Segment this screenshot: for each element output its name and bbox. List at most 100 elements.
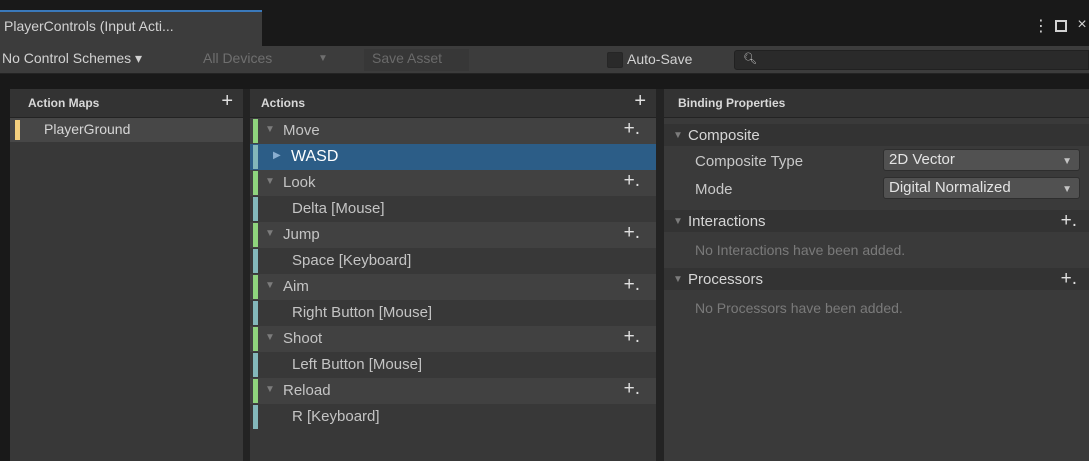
actions-panel: Actions + ▼ Move +. ▶ WASD ▼ Look +. Del… [250,89,656,461]
add-action-icon[interactable]: + [634,90,646,113]
expand-arrow-icon[interactable]: ▼ [265,280,275,291]
window-controls: ⋮ × [1033,16,1089,36]
binding-row[interactable]: Space [Keyboard] [250,248,656,274]
action-color-bar [253,171,258,195]
expand-arrow-icon[interactable]: ▼ [673,216,683,227]
window-tab-bar: PlayerControls (Input Acti... ⋮ × [0,0,1089,46]
more-menu-icon[interactable]: ⋮ [1033,16,1049,36]
binding-label: Space [Keyboard] [292,252,412,269]
autosave-label: Auto-Save [627,51,693,67]
expand-arrow-icon[interactable]: ▼ [265,124,275,135]
action-map-color-bar [15,120,20,140]
binding-properties-panel: Binding Properties ▼ Composite Composite… [664,89,1089,461]
action-label: Aim [283,278,309,295]
binding-color-bar [253,353,258,377]
action-label: Move [283,122,320,139]
action-map-label: PlayerGround [44,121,131,137]
section-title: Interactions [688,213,766,230]
action-label: Reload [283,382,331,399]
binding-label: R [Keyboard] [292,408,380,425]
composite-section-header[interactable]: ▼ Composite [664,124,1089,146]
action-row-reload[interactable]: ▼ Reload +. [250,378,656,404]
add-binding-icon[interactable]: +. [624,222,640,244]
add-action-map-icon[interactable]: + [221,90,233,113]
action-color-bar [253,119,258,143]
action-color-bar [253,223,258,247]
action-label: Jump [283,226,320,243]
binding-label: Delta [Mouse] [292,200,385,217]
actions-header: Actions + [250,89,656,118]
interactions-empty-message: No Interactions have been added. [695,242,906,258]
expand-arrow-icon[interactable]: ▼ [265,384,275,395]
binding-label: Right Button [Mouse] [292,304,433,321]
add-binding-icon[interactable]: +. [624,170,640,192]
control-schemes-dropdown[interactable]: No Control Schemes ▾ [0,49,199,71]
action-label: Shoot [283,330,323,347]
expand-arrow-icon[interactable]: ▼ [673,130,683,141]
binding-row[interactable]: Right Button [Mouse] [250,300,656,326]
mode-label: Mode [695,181,733,198]
devices-label: All Devices [203,50,273,66]
close-icon[interactable]: × [1075,16,1089,36]
add-interaction-icon[interactable]: +. [1061,210,1077,232]
expand-arrow-icon[interactable]: ▼ [265,228,275,239]
action-maps-title: Action Maps [28,96,100,110]
panel-divider[interactable] [656,89,664,461]
section-title: Composite [688,127,760,144]
composite-type-dropdown[interactable]: 2D Vector ▼ [883,149,1080,171]
binding-label: Left Button [Mouse] [292,356,423,373]
composite-type-row: Composite Type 2D Vector ▼ [664,146,1089,174]
binding-color-bar [253,145,258,169]
maximize-icon[interactable] [1055,20,1067,32]
chevron-down-icon: ▼ [318,53,328,64]
panel-divider[interactable] [243,89,250,461]
search-icon: 🔍︎ [743,53,757,65]
save-asset-button[interactable]: Save Asset [364,49,469,71]
action-row-jump[interactable]: ▼ Jump +. [250,222,656,248]
binding-label: WASD [291,148,339,165]
mode-dropdown[interactable]: Digital Normalized ▼ [883,177,1080,199]
action-color-bar [253,275,258,299]
processors-section-header[interactable]: ▼ Processors +. [664,268,1089,290]
binding-row[interactable]: R [Keyboard] [250,404,656,430]
expand-arrow-icon[interactable]: ▶ [273,150,281,161]
processors-empty-message: No Processors have been added. [695,300,903,316]
add-processor-icon[interactable]: +. [1061,268,1077,290]
binding-row[interactable]: Delta [Mouse] [250,196,656,222]
binding-row[interactable]: Left Button [Mouse] [250,352,656,378]
action-row-move[interactable]: ▼ Move +. [250,118,656,144]
action-maps-header: Action Maps + [10,89,243,118]
add-binding-icon[interactable]: +. [624,118,640,140]
binding-properties-header: Binding Properties [664,89,1089,118]
expand-arrow-icon[interactable]: ▼ [265,332,275,343]
chevron-down-icon: ▼ [1062,184,1072,195]
devices-dropdown[interactable]: All Devices ▼ [201,49,361,71]
expand-arrow-icon[interactable]: ▼ [673,274,683,285]
add-binding-icon[interactable]: +. [624,326,640,348]
add-binding-icon[interactable]: +. [624,378,640,400]
composite-type-value: 2D Vector [889,151,955,168]
action-row-look[interactable]: ▼ Look +. [250,170,656,196]
binding-row-wasd[interactable]: ▶ WASD [250,144,656,170]
add-binding-icon[interactable]: +. [624,274,640,296]
action-map-item[interactable]: PlayerGround [10,118,243,142]
binding-properties-title: Binding Properties [678,96,786,110]
actions-title: Actions [261,96,306,110]
chevron-down-icon: ▼ [1062,156,1072,167]
binding-color-bar [253,405,258,429]
search-input[interactable]: 🔍︎ [734,50,1089,70]
action-row-shoot[interactable]: ▼ Shoot +. [250,326,656,352]
action-color-bar [253,327,258,351]
toolbar: No Control Schemes ▾ All Devices ▼ Save … [0,46,1089,74]
interactions-section-header[interactable]: ▼ Interactions +. [664,210,1089,232]
window-tab-title: PlayerControls (Input Acti... [4,18,174,34]
action-row-aim[interactable]: ▼ Aim +. [250,274,656,300]
window-tab[interactable]: PlayerControls (Input Acti... [0,10,262,46]
action-maps-panel: Action Maps + PlayerGround [10,89,243,461]
autosave-checkbox[interactable] [607,52,623,68]
section-title: Processors [688,271,764,288]
expand-arrow-icon[interactable]: ▼ [265,176,275,187]
composite-type-label: Composite Type [695,153,804,170]
mode-row: Mode Digital Normalized ▼ [664,174,1089,202]
mode-value: Digital Normalized [889,179,1011,196]
